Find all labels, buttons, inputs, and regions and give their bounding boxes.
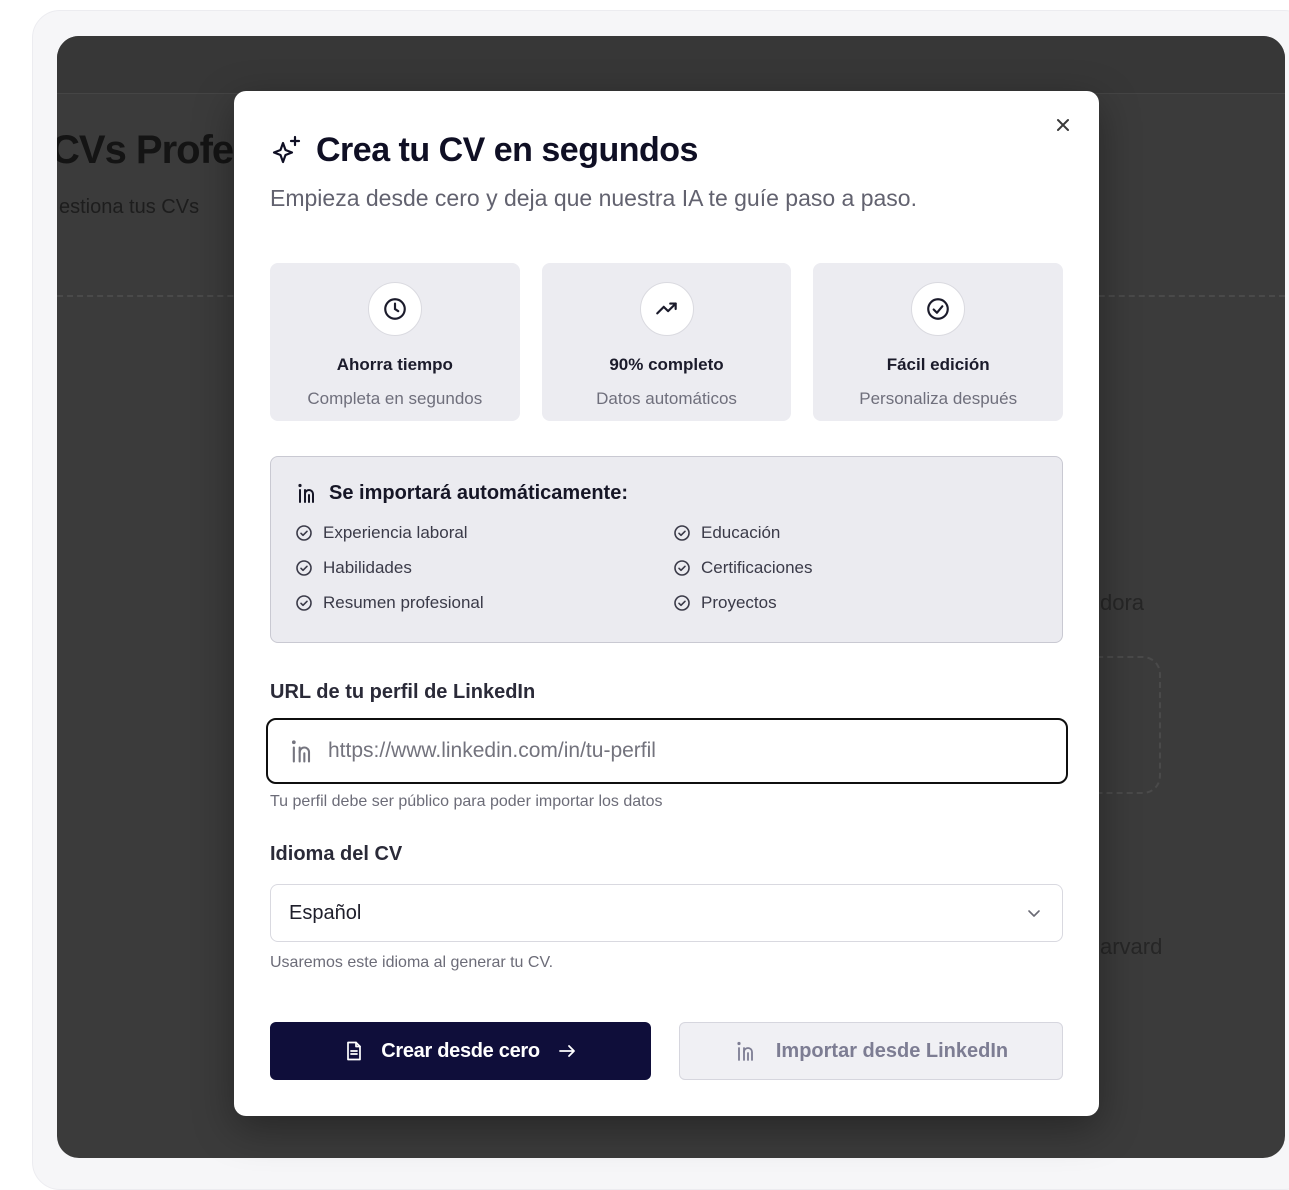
import-item-label: Educación	[701, 523, 781, 542]
trending-up-icon	[655, 302, 677, 315]
feature-icon-circle	[639, 282, 694, 336]
linkedin-url-field[interactable]	[266, 718, 1068, 784]
feature-title: Fácil edición	[886, 355, 990, 374]
clock-icon	[383, 298, 406, 320]
arrow-right-icon	[558, 1045, 575, 1057]
check-circle-icon	[674, 525, 690, 541]
close-button[interactable]	[1051, 113, 1075, 137]
feature-card: Ahorra tiempo Completa en segundos	[270, 263, 520, 421]
import-item-label: Proyectos	[701, 593, 777, 612]
import-info-title: Se importará automáticamente:	[329, 481, 628, 504]
import-list-item: Proyectos	[673, 592, 973, 614]
sparkles-icon	[272, 135, 301, 163]
linkedin-icon	[298, 483, 314, 503]
import-list-item: Experiencia laboral	[295, 522, 673, 544]
linkedin-icon	[737, 1041, 753, 1061]
check-circle-icon	[674, 595, 690, 611]
check-circle-icon	[296, 595, 312, 611]
feature-description: Datos automáticos	[596, 389, 737, 408]
language-label: Idioma del CV	[270, 843, 403, 865]
modal-header: Crea tu CV en segundos	[270, 131, 698, 170]
check-circle-icon	[927, 298, 950, 320]
import-info-box: Se importará automáticamente: Experienci…	[270, 456, 1063, 643]
import-from-linkedin-label: Importar desde LinkedIn	[775, 1039, 1009, 1062]
import-from-linkedin-button[interactable]: Importar desde LinkedIn	[679, 1022, 1063, 1080]
feature-title: Ahorra tiempo	[336, 355, 453, 374]
background-card-text: arvard	[1100, 934, 1163, 959]
create-from-scratch-label: Crear desde cero	[381, 1039, 540, 1062]
check-circle-icon	[674, 560, 690, 576]
feature-icon-circle	[367, 282, 422, 336]
check-circle-icon	[296, 560, 312, 576]
feature-card: Fácil edición Personaliza después	[813, 263, 1064, 421]
import-list-item: Habilidades	[295, 557, 673, 579]
linkedin-url-input[interactable]	[328, 739, 1028, 763]
app-topbar	[57, 36, 1285, 94]
feature-icon-circle	[911, 282, 966, 336]
check-circle-icon	[296, 525, 312, 541]
import-item-label: Resumen profesional	[323, 593, 484, 612]
import-item-label: Experiencia laboral	[323, 523, 468, 542]
modal-title: Crea tu CV en segundos	[316, 131, 698, 169]
linkedin-icon	[291, 740, 311, 763]
language-select[interactable]: Español	[270, 884, 1063, 942]
import-items-list: Experiencia laboral Educación Habilidade…	[295, 522, 1038, 614]
feature-card: 90% completo Datos automáticos	[541, 263, 792, 421]
background-card-text: dora	[1100, 590, 1145, 615]
background-page-title: CVs Profe	[57, 128, 234, 172]
modal-subtitle: Empieza desde cero y deja que nuestra IA…	[270, 185, 917, 211]
close-icon	[1057, 119, 1069, 131]
chevron-down-icon	[1028, 910, 1040, 917]
create-from-scratch-button[interactable]: Crear desde cero	[270, 1022, 651, 1080]
import-list-item: Resumen profesional	[295, 592, 673, 614]
import-item-label: Certificaciones	[701, 558, 813, 577]
import-info-header: Se importará automáticamente:	[295, 481, 1038, 505]
feature-cards: Ahorra tiempo Completa en segundos 90% c…	[270, 263, 1064, 421]
feature-title: 90% completo	[609, 355, 724, 374]
document-icon	[347, 1041, 362, 1061]
create-cv-modal: Crea tu CV en segundos Empieza desde cer…	[234, 91, 1099, 1116]
feature-description: Completa en segundos	[307, 389, 483, 408]
import-item-label: Habilidades	[323, 558, 412, 577]
linkedin-url-label: URL de tu perfil de LinkedIn	[270, 681, 536, 703]
language-select-value: Español	[289, 901, 362, 924]
feature-description: Personaliza después	[859, 389, 1018, 408]
language-hint: Usaremos este idioma al generar tu CV.	[270, 954, 554, 971]
linkedin-url-hint: Tu perfil debe ser público para poder im…	[270, 793, 663, 810]
import-list-item: Certificaciones	[673, 557, 973, 579]
import-list-item: Educación	[673, 522, 973, 544]
background-page-subtitle: estiona tus CVs	[59, 196, 200, 218]
